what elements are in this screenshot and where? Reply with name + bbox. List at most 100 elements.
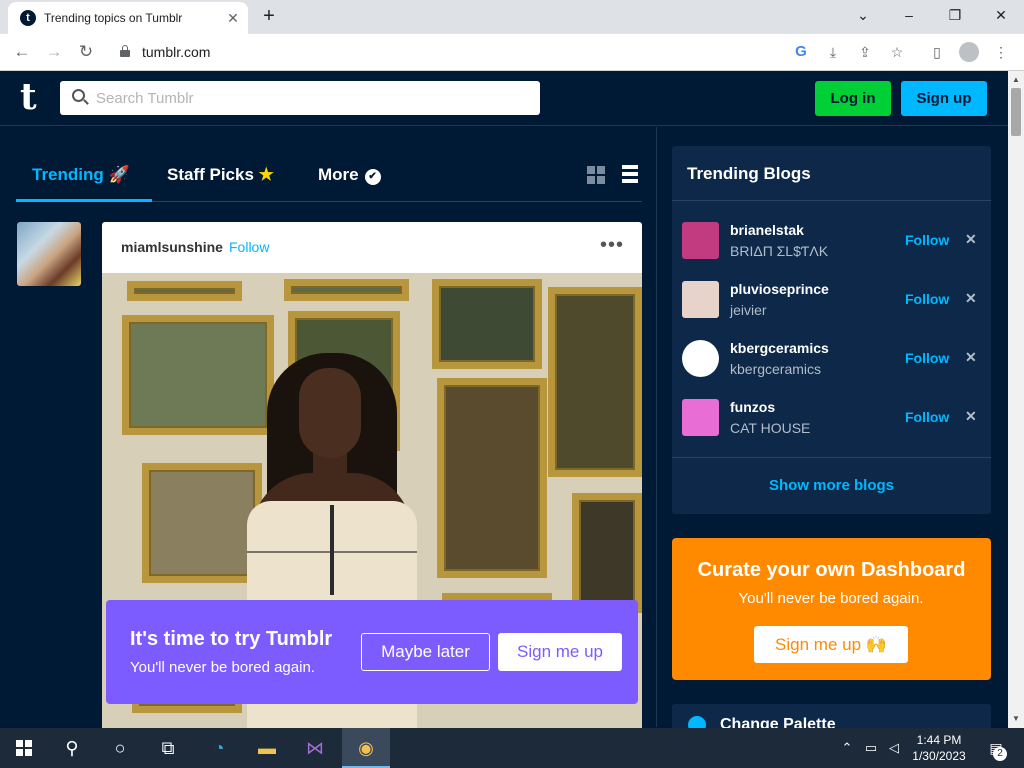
show-more-blogs-link[interactable]: Show more blogs [672, 477, 991, 494]
clock-date: 1/30/2023 [912, 749, 966, 763]
address-bar[interactable]: tumblr.com [142, 44, 210, 60]
minimize-icon[interactable]: – [895, 4, 923, 26]
signup-button[interactable]: Sign up [901, 81, 987, 116]
rocket-icon: 🚀 [108, 165, 130, 184]
painting-frame [437, 378, 547, 578]
painting-frame [432, 279, 542, 369]
browser-menu-icon[interactable]: ⋮ [991, 42, 1011, 62]
post-header: miamlsunshine Follow ••• [102, 222, 642, 273]
scroll-thumb[interactable] [1011, 88, 1021, 136]
post-username[interactable]: miamlsunshine [121, 239, 223, 255]
blog-title: kbergceramics [730, 361, 822, 377]
scroll-up-icon[interactable]: ▲ [1008, 73, 1024, 87]
clock-time: 1:44 PM [916, 733, 962, 747]
dismiss-icon[interactable]: ✕ [965, 231, 977, 248]
profile-avatar-icon[interactable] [959, 42, 979, 62]
blog-follow-button[interactable]: Follow [905, 291, 949, 307]
tab-search-icon[interactable]: ⌄ [849, 4, 877, 26]
page-scrollbar[interactable]: ▲ ▼ [1008, 71, 1024, 728]
blog-row[interactable]: brianelstak BRIΔП ΣL$ƬΛK Follow ✕ [672, 222, 991, 281]
taskbar-search-icon[interactable]: ⚲ [48, 728, 96, 768]
woman-face [299, 368, 361, 458]
login-button[interactable]: Log in [815, 81, 891, 116]
blog-avatar[interactable] [682, 340, 719, 377]
blog-avatar[interactable] [682, 222, 719, 259]
taskbar-clock[interactable]: 1:44 PM 1/30/2023 [908, 732, 970, 764]
file-explorer-icon[interactable]: ▬ [243, 728, 291, 768]
painting-frame [127, 281, 242, 301]
blog-name[interactable]: kbergceramics [730, 340, 829, 356]
tab-staff-picks[interactable]: Staff Picks ★ [167, 165, 274, 185]
column-divider [656, 127, 657, 727]
tab-close-icon[interactable]: ✕ [224, 9, 242, 27]
install-icon[interactable]: ⤓ [823, 42, 843, 62]
tab-trending[interactable]: Trending 🚀 [32, 165, 130, 185]
window-close-icon[interactable]: ✕ [987, 4, 1015, 26]
start-button[interactable] [0, 728, 48, 768]
edge-icon[interactable]: ◔ [195, 728, 243, 768]
volume-icon[interactable]: ◁ [885, 738, 903, 758]
restore-icon[interactable]: ❐ [941, 4, 969, 26]
sign-me-up-button[interactable]: Sign me up [498, 633, 622, 671]
search-icon [72, 89, 89, 106]
tumblr-logo[interactable]: t [20, 79, 37, 115]
notification-count-badge: 2 [993, 747, 1007, 761]
reload-icon[interactable]: ↻ [74, 40, 98, 64]
blog-name[interactable]: brianelstak [730, 222, 804, 238]
new-tab-icon[interactable]: + [258, 6, 280, 28]
forward-icon[interactable]: → [42, 40, 66, 64]
blog-row[interactable]: funzos CAT HOUSE Follow ✕ [672, 399, 991, 458]
dismiss-icon[interactable]: ✕ [965, 349, 977, 366]
blog-title: CAT HOUSE [730, 420, 811, 436]
side-panel-icon[interactable]: ▯ [927, 42, 947, 62]
back-icon[interactable]: ← [10, 40, 34, 64]
blog-avatar[interactable] [682, 399, 719, 436]
promo-subtitle: You'll never be bored again. [130, 659, 315, 676]
palette-icon [688, 716, 706, 728]
network-icon[interactable]: ▭ [862, 738, 880, 758]
maybe-later-button[interactable]: Maybe later [361, 633, 490, 671]
lock-icon[interactable] [120, 45, 130, 58]
visual-studio-icon[interactable]: ⋈ [291, 728, 339, 768]
share-icon[interactable]: ⇪ [855, 42, 875, 62]
painting-frame [548, 287, 642, 477]
chrome-icon[interactable]: ◉ [342, 728, 390, 768]
task-view-icon[interactable]: ⧉ [144, 728, 192, 768]
blog-follow-button[interactable]: Follow [905, 409, 949, 425]
blog-follow-button[interactable]: Follow [905, 350, 949, 366]
list-view-icon[interactable] [622, 165, 638, 184]
post-follow-button[interactable]: Follow [229, 239, 269, 255]
blog-avatar[interactable] [682, 281, 719, 318]
dress-lace [330, 505, 334, 595]
blog-title: jeivier [730, 302, 767, 318]
browser-titlebar: t Trending topics on Tumblr ✕ + ⌄ – ❐ ✕ [0, 0, 1024, 34]
search-input[interactable] [96, 84, 526, 112]
dismiss-icon[interactable]: ✕ [965, 290, 977, 307]
tab-more[interactable]: More ✔ [318, 165, 381, 185]
cortana-icon[interactable]: ○ [96, 728, 144, 768]
blog-name[interactable]: funzos [730, 399, 775, 415]
blog-row[interactable]: pluvioseprince jeivier Follow ✕ [672, 281, 991, 340]
blog-row[interactable]: kbergceramics kbergceramics Follow ✕ [672, 340, 991, 399]
search-box[interactable] [60, 81, 540, 115]
tray-chevron-up-icon[interactable]: ⌃ [838, 738, 856, 758]
painting-frame [142, 463, 262, 583]
browser-tab[interactable]: t Trending topics on Tumblr ✕ [8, 2, 248, 34]
feed-tabs: Trending 🚀 Staff Picks ★ More ✔ [16, 150, 642, 202]
bookmark-star-icon[interactable]: ☆ [887, 42, 907, 62]
curate-subtitle: You'll never be bored again. [738, 590, 924, 607]
blog-follow-button[interactable]: Follow [905, 232, 949, 248]
post-more-icon[interactable]: ••• [600, 234, 624, 257]
browser-toolbar: ← → ↻ tumblr.com G ⤓ ⇪ ☆ ▯ ⋮ [0, 34, 1024, 71]
google-icon[interactable]: G [791, 42, 811, 62]
windows-logo-icon [16, 740, 32, 756]
blog-name[interactable]: pluvioseprince [730, 281, 829, 297]
grid-view-icon[interactable] [587, 166, 605, 184]
post-author-avatar[interactable] [17, 222, 81, 286]
curate-sign-me-up-button[interactable]: Sign me up 🙌 [754, 626, 908, 663]
dismiss-icon[interactable]: ✕ [965, 408, 977, 425]
change-palette-card[interactable]: Change Palette [672, 704, 991, 728]
painting-frame [284, 279, 409, 301]
scroll-down-icon[interactable]: ▼ [1008, 712, 1024, 726]
blog-title: BRIΔП ΣL$ƬΛK [730, 243, 829, 259]
